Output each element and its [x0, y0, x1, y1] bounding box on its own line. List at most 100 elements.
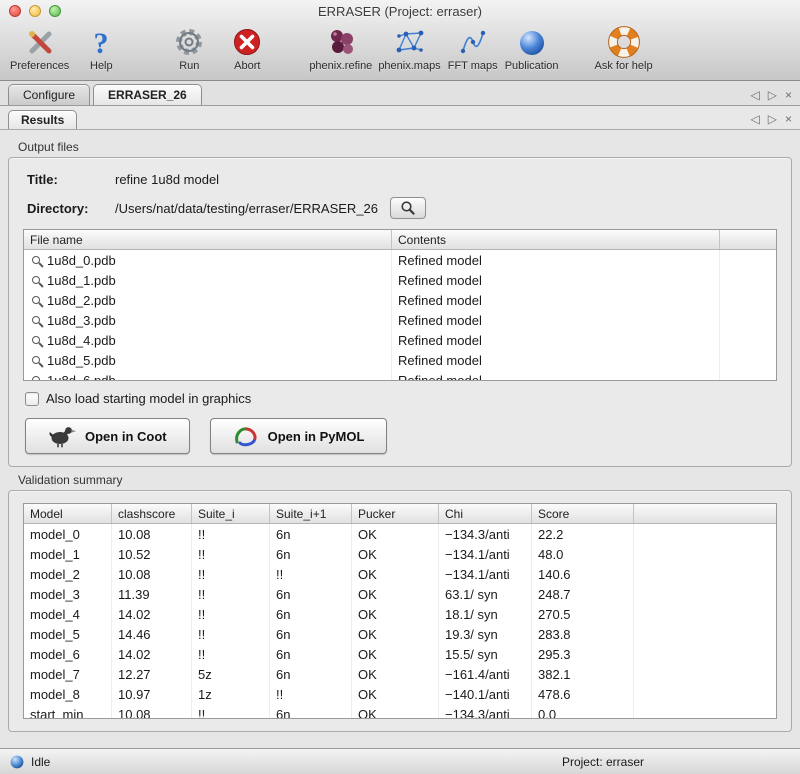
results-prev-arrow[interactable]: ◁: [751, 113, 760, 125]
window-header: ERRASER (Project: erraser) Preferences ?: [0, 0, 800, 81]
title-bar[interactable]: ERRASER (Project: erraser): [0, 0, 800, 22]
validation-cell: −134.1/anti: [439, 564, 532, 584]
validation-header-suite-i1[interactable]: Suite_i+1: [270, 504, 352, 523]
toolbar-label: Run: [179, 60, 199, 72]
toolbar-ask-for-help-button[interactable]: Ask for help: [595, 25, 653, 72]
toolbar-phenix-maps-button[interactable]: phenix.maps: [378, 25, 440, 72]
file-name-cell: 1u8d_6.pdb: [24, 370, 392, 380]
file-row[interactable]: 1u8d_6.pdbRefined model: [24, 370, 776, 380]
tab-configure[interactable]: Configure: [8, 84, 90, 105]
validation-cell: OK: [352, 584, 439, 604]
validation-header-pucker[interactable]: Pucker: [352, 504, 439, 523]
validation-cell: −161.4/anti: [439, 664, 532, 684]
validation-row[interactable]: model_311.39!!6nOK63.1/ syn248.7: [24, 584, 776, 604]
toolbar-phenix-refine-button[interactable]: phenix.refine: [309, 25, 372, 72]
validation-row[interactable]: model_810.971z!!OK−140.1/anti478.6: [24, 684, 776, 704]
validation-cell: 5z: [192, 664, 270, 684]
toolbar-label: Ask for help: [595, 60, 653, 72]
validation-row[interactable]: model_210.08!!!!OK−134.1/anti140.6: [24, 564, 776, 584]
toolbar-publication-button[interactable]: Publication: [505, 25, 559, 72]
browse-directory-button[interactable]: [390, 197, 426, 219]
tab-close-button[interactable]: ×: [785, 89, 792, 101]
validation-cell: −134.3/anti: [439, 704, 532, 718]
file-contents-cell: Refined model: [392, 290, 720, 310]
file-contents-cell: Refined model: [392, 310, 720, 330]
validation-cell: 6n: [270, 644, 352, 664]
validation-row[interactable]: model_712.275z6nOK−161.4/anti382.1: [24, 664, 776, 684]
validation-cell: 478.6: [532, 684, 634, 704]
status-sphere-icon: [10, 755, 24, 769]
validation-header-clashscore[interactable]: clashscore: [112, 504, 192, 523]
results-close-button[interactable]: ×: [785, 113, 792, 125]
validation-cell: 14.02: [112, 604, 192, 624]
zoom-button[interactable]: [49, 5, 61, 17]
validation-header-score[interactable]: Score: [532, 504, 634, 523]
validation-header-suite-i[interactable]: Suite_i: [192, 504, 270, 523]
file-table-header-contents[interactable]: Contents: [392, 230, 720, 249]
validation-cell: !!: [192, 644, 270, 664]
file-row[interactable]: 1u8d_3.pdbRefined model: [24, 310, 776, 330]
validation-cell: OK: [352, 604, 439, 624]
validation-cell: OK: [352, 704, 439, 718]
tab-prev-arrow[interactable]: ◁: [751, 89, 760, 101]
help-question-icon: ?: [84, 25, 118, 59]
toolbar-preferences-button[interactable]: Preferences: [10, 25, 69, 72]
file-contents-cell: Refined model: [392, 350, 720, 370]
spacer-cell: [634, 704, 776, 718]
validation-cell: 6n: [270, 544, 352, 564]
open-buttons-row: Open in Coot Open in PyMOL: [25, 418, 775, 454]
validation-row[interactable]: model_010.08!!6nOK−134.3/anti22.2: [24, 524, 776, 544]
validation-cell: 6n: [270, 704, 352, 718]
open-in-pymol-button[interactable]: Open in PyMOL: [210, 418, 388, 454]
file-name-cell: 1u8d_0.pdb: [24, 250, 392, 270]
validation-cell: 10.08: [112, 564, 192, 584]
file-row[interactable]: 1u8d_1.pdbRefined model: [24, 270, 776, 290]
validation-cell: 140.6: [532, 564, 634, 584]
tab-erraser-26[interactable]: ERRASER_26: [93, 84, 202, 105]
file-table-header: File name Contents: [24, 230, 776, 250]
toolbar-label: Preferences: [10, 60, 69, 72]
open-in-coot-button[interactable]: Open in Coot: [25, 418, 190, 454]
close-button[interactable]: [9, 5, 21, 17]
validation-row[interactable]: model_414.02!!6nOK18.1/ syn270.5: [24, 604, 776, 624]
file-row[interactable]: 1u8d_2.pdbRefined model: [24, 290, 776, 310]
title-label: Title:: [27, 172, 115, 187]
file-table-header-filename[interactable]: File name: [24, 230, 392, 249]
toolbar-run-button[interactable]: Run: [163, 25, 215, 72]
toolbar-label: Abort: [234, 60, 260, 72]
file-contents-cell: Refined model: [392, 330, 720, 350]
load-starting-model-checkbox[interactable]: [25, 392, 39, 406]
status-text: Idle: [31, 755, 50, 769]
toolbar: Preferences ? Help: [0, 22, 800, 80]
results-next-arrow[interactable]: ▷: [768, 113, 777, 125]
validation-summary-group: Model clashscore Suite_i Suite_i+1 Pucke…: [8, 490, 792, 732]
validation-cell: !!: [192, 604, 270, 624]
toolbar-abort-button[interactable]: Abort: [221, 25, 273, 72]
run-gear-icon: [172, 25, 206, 59]
file-row[interactable]: 1u8d_0.pdbRefined model: [24, 250, 776, 270]
validation-header-model[interactable]: Model: [24, 504, 112, 523]
load-starting-model-row: Also load starting model in graphics: [25, 391, 775, 406]
validation-header-chi[interactable]: Chi: [439, 504, 532, 523]
spacer-cell: [720, 290, 776, 310]
file-row[interactable]: 1u8d_5.pdbRefined model: [24, 350, 776, 370]
validation-row[interactable]: model_110.52!!6nOK−134.1/anti48.0: [24, 544, 776, 564]
validation-cell: model_4: [24, 604, 112, 624]
validation-row[interactable]: start_min10.08!!6nOK−134.3/anti0.0: [24, 704, 776, 718]
validation-cell: OK: [352, 564, 439, 584]
directory-label: Directory:: [27, 201, 115, 216]
toolbar-help-button[interactable]: ? Help: [75, 25, 127, 72]
toolbar-label: phenix.maps: [378, 60, 440, 72]
validation-cell: OK: [352, 664, 439, 684]
tab-next-arrow[interactable]: ▷: [768, 89, 777, 101]
tab-results[interactable]: Results: [8, 110, 77, 129]
file-name-cell: 1u8d_1.pdb: [24, 270, 392, 290]
minimize-button[interactable]: [29, 5, 41, 17]
magnifier-icon: [400, 200, 416, 216]
validation-row[interactable]: model_514.46!!6nOK19.3/ syn283.8: [24, 624, 776, 644]
toolbar-fft-maps-button[interactable]: FFT maps: [447, 25, 499, 72]
file-row[interactable]: 1u8d_4.pdbRefined model: [24, 330, 776, 350]
validation-cell: 1z: [192, 684, 270, 704]
validation-row[interactable]: model_614.02!!6nOK15.5/ syn295.3: [24, 644, 776, 664]
validation-cell: model_3: [24, 584, 112, 604]
